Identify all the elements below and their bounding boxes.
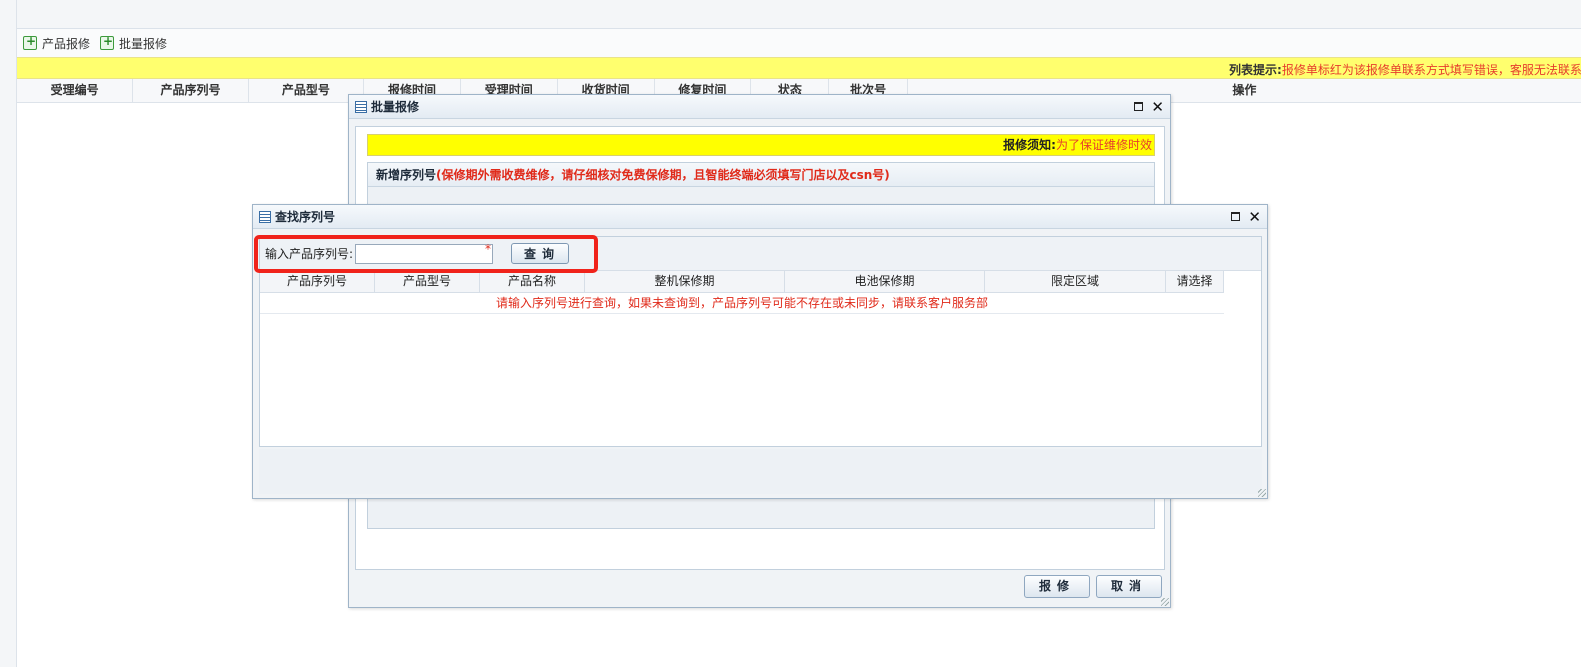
serial-section-title: 新增序列号	[376, 168, 437, 182]
cancel-button[interactable]: 取消	[1095, 575, 1162, 598]
column-header[interactable]: 请选择	[1166, 271, 1224, 292]
serial-search-input[interactable]	[355, 243, 494, 264]
column-header[interactable]: 产品序列号	[133, 79, 249, 102]
column-header[interactable]: 产品序列号	[260, 271, 375, 292]
repair-button[interactable]: 报修	[1023, 575, 1090, 598]
column-header[interactable]: 产品型号	[249, 79, 365, 102]
table-icon	[355, 100, 367, 113]
dialog-title-bar[interactable]: 查找序列号 ✕	[253, 205, 1267, 229]
toolbar: 产品报修 批量报修	[17, 29, 1581, 57]
batch-repair-label: 批量报修	[119, 36, 168, 51]
column-header[interactable]: 限定区域	[985, 271, 1166, 292]
notice-label: 报修须知:	[1003, 138, 1056, 152]
batch-dialog-footer: 报修 取消	[1018, 575, 1162, 598]
close-icon[interactable]: ✕	[1151, 99, 1164, 114]
dialog-title: 查找序列号	[275, 210, 336, 224]
product-repair-button[interactable]: 产品报修	[23, 34, 91, 52]
maximize-icon[interactable]	[1231, 212, 1241, 221]
column-header[interactable]: 受理编号	[17, 79, 134, 102]
maximize-icon[interactable]	[1134, 102, 1144, 111]
list-hint-bar: 列表提示:报修单标红为该报修单联系方式填写错误，客服无法联系	[17, 57, 1581, 79]
search-row: 输入产品序列号: * 查询	[254, 235, 1261, 273]
dialog-title-bar[interactable]: 批量报修 ✕	[349, 95, 1170, 119]
left-strip	[0, 0, 17, 667]
product-repair-label: 产品报修	[42, 36, 91, 51]
hint-text: 报修单标红为该报修单联系方式填写错误，客服无法联系	[1281, 63, 1581, 77]
column-header[interactable]: 产品型号	[375, 271, 480, 292]
lookup-dialog-body: 输入产品序列号: * 查询 产品序列号 产品型号 产品名称 整机保修期 电池保修…	[254, 235, 1262, 447]
lookup-dialog-footer	[259, 449, 1262, 494]
repair-notice: 报修须知:为了保证维修时效	[367, 134, 1155, 156]
serial-section-warning: (保修期外需收费维修，请仔细核对免费保修期，且智能终端必须填写门店以及csn号)	[436, 168, 890, 182]
batch-repair-button[interactable]: 批量报修	[100, 34, 168, 52]
query-button[interactable]: 查询	[511, 243, 570, 264]
add-icon	[100, 34, 115, 50]
resize-grip-icon[interactable]	[1258, 489, 1266, 497]
column-header[interactable]: 电池保修期	[785, 271, 985, 292]
required-mark: *	[485, 241, 492, 256]
top-band	[17, 0, 1581, 29]
resize-grip-icon[interactable]	[1161, 598, 1169, 606]
table-icon	[259, 210, 271, 223]
notice-text: 为了保证维修时效	[1055, 138, 1152, 152]
close-icon[interactable]: ✕	[1248, 209, 1261, 224]
lookup-serial-dialog: 查找序列号 ✕ 输入产品序列号: * 查询 产品序列号 产品型号 产品名称 整机…	[252, 204, 1268, 499]
column-header[interactable]: 产品名称	[480, 271, 585, 292]
empty-message: 请输入序列号进行查询，如果未查询到，产品序列号可能不存在或未同步，请联系客户服务…	[260, 293, 1224, 314]
hint-label: 列表提示:	[1229, 63, 1282, 77]
dialog-title: 批量报修	[371, 100, 420, 114]
column-header[interactable]: 整机保修期	[585, 271, 785, 292]
add-icon	[23, 34, 37, 50]
search-label: 输入产品序列号:	[265, 247, 354, 261]
lookup-grid-header: 产品序列号 产品型号 产品名称 整机保修期 电池保修期 限定区域 请选择	[260, 271, 1224, 293]
serial-panel-header: 新增序列号(保修期外需收费维修，请仔细核对免费保修期，且智能终端必须填写门店以及…	[368, 163, 1154, 187]
